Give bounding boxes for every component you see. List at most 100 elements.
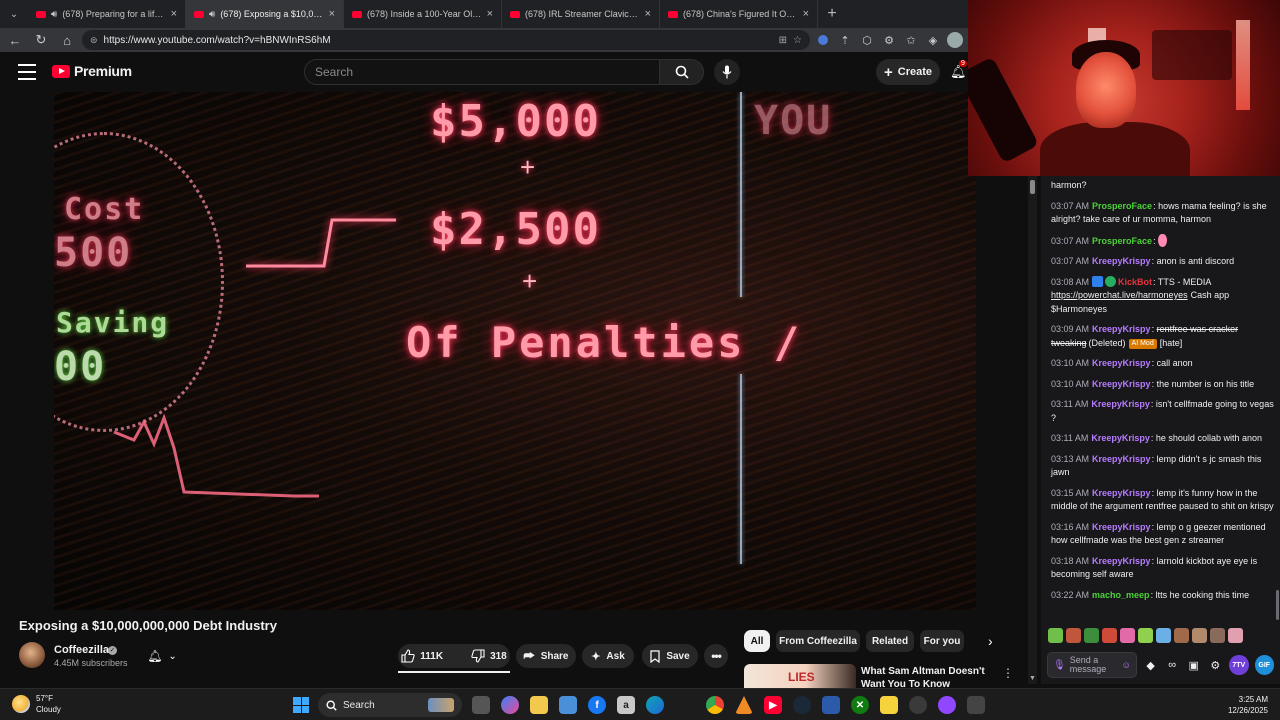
voice-search-mic-button[interactable] (714, 59, 740, 85)
extension-ublock-icon[interactable] (814, 31, 832, 49)
new-tab-button[interactable]: + (818, 5, 846, 23)
reload-icon[interactable]: ↻ (30, 29, 52, 51)
like-button[interactable]: 111K (393, 649, 451, 663)
chat-link[interactable]: https://powerchat.live/harmoneyes (1051, 290, 1188, 300)
chip-for-you[interactable]: For you (920, 630, 964, 652)
chat-username[interactable]: KickBot (1118, 277, 1152, 287)
channel-avatar[interactable] (19, 642, 45, 668)
browser-tab[interactable]: 🔊︎ (678) Preparing for a lifetime × (28, 0, 186, 28)
emote-icon[interactable] (1156, 628, 1171, 643)
chip-next-arrow-icon[interactable]: › (988, 633, 993, 649)
search-button[interactable] (660, 59, 704, 85)
search-input[interactable] (304, 59, 660, 85)
youtube-app-icon[interactable]: ▶ (764, 696, 782, 714)
notifications-bell-icon[interactable]: 🔔︎ 9 (950, 60, 967, 80)
browser-tab[interactable]: (678) Inside a 100-Year Old Farm × (344, 0, 502, 28)
infinity-icon[interactable]: ∞ (1164, 657, 1180, 673)
related-video-thumbnail[interactable]: LIES (744, 664, 856, 688)
chat-username[interactable]: KreepyKrispy (1092, 488, 1151, 498)
gift-icon[interactable]: ▣ (1186, 657, 1202, 673)
chip-from-coffeezilla[interactable]: From Coffeezilla (776, 630, 860, 652)
create-button[interactable]: + Create (876, 59, 940, 85)
emote-icon[interactable] (1138, 628, 1153, 643)
chat-username[interactable]: KreepyKrispy (1092, 256, 1151, 266)
emote-picker-icon[interactable]: ☺ (1122, 660, 1131, 670)
windows-start-icon[interactable] (293, 697, 309, 713)
emote-icon[interactable] (1192, 628, 1207, 643)
seventv-button[interactable]: 7TV (1229, 655, 1249, 675)
mic-icon[interactable]: 🎙︎ (1053, 660, 1066, 671)
profile-avatar[interactable] (946, 31, 964, 49)
chat-username[interactable]: KreepyKrispy (1092, 556, 1151, 566)
chip-related[interactable]: Related (866, 630, 914, 652)
vlc-icon[interactable] (735, 696, 753, 714)
copilot-icon[interactable] (501, 696, 519, 714)
related-more-vertical-icon[interactable]: ⋮ (1002, 666, 1014, 680)
site-info-icon[interactable]: ⊜ (90, 35, 98, 46)
tab-close-icon[interactable]: × (803, 8, 809, 20)
subscription-bell-button[interactable]: 🔔︎ ⌄ (138, 644, 186, 668)
save-button[interactable]: Save (642, 644, 698, 668)
tab-close-icon[interactable]: × (171, 8, 177, 20)
obs-icon[interactable] (909, 696, 927, 714)
scrollbar-thumb[interactable] (1030, 180, 1035, 194)
amazon-icon[interactable]: a (617, 696, 635, 714)
scroll-down-arrow-icon[interactable]: ▼ (1029, 675, 1036, 682)
browser-tab[interactable]: (678) IRL Streamer Clavicular Just × (502, 0, 660, 28)
browser-tab[interactable]: 🔊︎ (678) Exposing a $10,000,000 × (186, 0, 344, 28)
task-view-icon[interactable] (472, 696, 490, 714)
facebook-icon[interactable]: f (588, 696, 606, 714)
steam-icon[interactable] (793, 696, 811, 714)
chat-username[interactable]: KreepyKrispy (1092, 324, 1151, 334)
chip-all[interactable]: All (744, 630, 770, 652)
network-app-icon[interactable] (822, 696, 840, 714)
chat-message-input[interactable]: 🎙︎ Send a message ☺ (1047, 652, 1137, 678)
ask-button[interactable]: ✦ Ask (582, 644, 634, 668)
chat-scrollbar[interactable] (1276, 590, 1279, 620)
extensions-puzzle-icon[interactable]: ⬡ (858, 31, 876, 49)
chrome-icon[interactable] (706, 696, 724, 714)
more-actions-button[interactable]: ••• (704, 644, 728, 668)
sticky-notes-icon[interactable] (880, 696, 898, 714)
chat-username[interactable]: KreepyKrispy (1091, 433, 1150, 443)
chat-username[interactable]: KreepyKrispy (1092, 454, 1151, 464)
emote-icon[interactable] (1174, 628, 1189, 643)
back-arrow-icon[interactable]: ← (4, 29, 26, 51)
weather-widget[interactable]: 57°F Cloudy (12, 693, 61, 715)
dislike-button[interactable]: 318 (463, 649, 515, 663)
tab-close-icon[interactable]: × (645, 8, 651, 20)
related-video-title[interactable]: What Sam Altman Doesn't Want You To Know (861, 665, 997, 687)
emote-icon[interactable] (1102, 628, 1117, 643)
tab-list-chevron-icon[interactable]: ⌄ (0, 0, 28, 28)
channel-name[interactable]: Coffeezilla (54, 644, 109, 656)
file-explorer-icon[interactable] (530, 696, 548, 714)
microsoft-store-icon[interactable] (559, 696, 577, 714)
emote-icon[interactable] (1066, 628, 1081, 643)
gif-button[interactable]: GIF (1254, 655, 1274, 675)
emote-icon[interactable] (1210, 628, 1225, 643)
chat-username[interactable]: ProsperoFace (1092, 236, 1152, 246)
browser-tab[interactable]: (678) China's Figured It Out... - Yo × (660, 0, 818, 28)
xbox-icon[interactable]: ✕ (851, 696, 869, 714)
emote-icon[interactable] (1084, 628, 1099, 643)
kick-icon[interactable]: ◆ (1143, 657, 1159, 673)
youtube-premium-logo[interactable]: Premium (52, 63, 132, 79)
emote-icon[interactable] (1120, 628, 1135, 643)
home-icon[interactable]: ⌂ (56, 29, 78, 51)
taskbar-search[interactable]: Search (318, 693, 462, 717)
twitch-app-icon[interactable] (938, 696, 956, 714)
tab-close-icon[interactable]: × (329, 8, 335, 20)
bookmark-star-icon[interactable]: ☆ (793, 35, 802, 46)
tab-audio-icon[interactable]: 🔊︎ (209, 9, 215, 20)
emote-icon[interactable] (1228, 628, 1243, 643)
page-scrollbar[interactable]: ▼ (1028, 176, 1037, 684)
extension-tool-icon[interactable]: ⚙ (880, 31, 898, 49)
chat-username[interactable]: KreepyKrispy (1091, 399, 1150, 409)
tab-close-icon[interactable]: × (487, 8, 493, 20)
browser-essentials-icon[interactable]: ◈ (924, 31, 942, 49)
install-app-icon[interactable]: ⊞ (779, 35, 787, 46)
chat-username[interactable]: KreepyKrispy (1092, 358, 1151, 368)
extension-pin-icon[interactable]: ⇡ (836, 31, 854, 49)
capture-app-icon[interactable] (967, 696, 985, 714)
chat-username[interactable]: KreepyKrispy (1092, 379, 1151, 389)
